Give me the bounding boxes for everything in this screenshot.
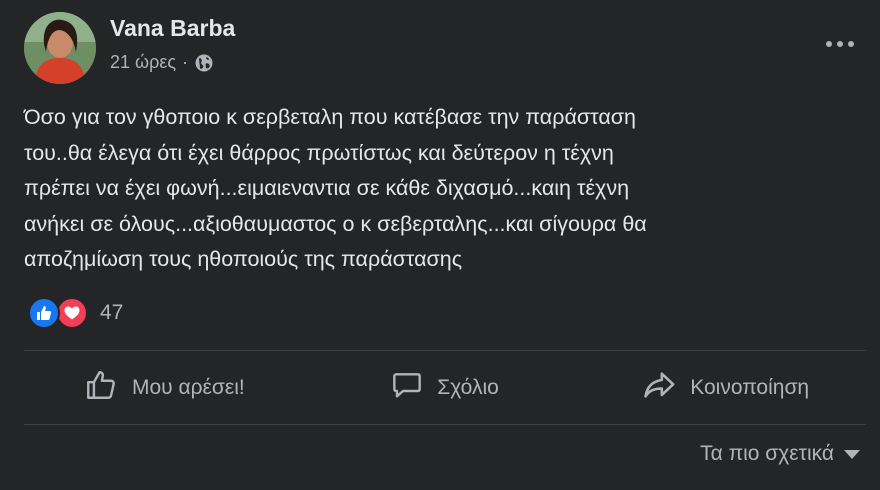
post-text: Όσο για τον γθοποιο κ σερβεταλη που κατέ… — [24, 100, 844, 278]
reactions-summary[interactable]: 47 — [28, 296, 123, 330]
love-icon — [56, 297, 88, 329]
avatar-photo — [24, 12, 96, 84]
facebook-post: Vana Barba 21 ώρες · Όσο για τον γθοποιο… — [0, 0, 880, 490]
post-meta: 21 ώρες · — [110, 52, 214, 73]
globe-icon[interactable] — [194, 53, 214, 73]
share-label: Κοινοποίηση — [690, 376, 810, 399]
post-text-line: ανήκει σε όλους...αξιοθαυμαστος ο κ σεβε… — [24, 211, 647, 236]
avatar[interactable] — [24, 12, 96, 84]
thumbs-up-icon — [84, 368, 132, 408]
caret-down-icon — [844, 449, 860, 459]
share-icon — [642, 368, 690, 408]
post-timestamp[interactable]: 21 ώρες — [110, 52, 176, 73]
comment-sort-dropdown[interactable]: Τα πιο σχετικά — [700, 442, 860, 466]
meta-separator: · — [182, 52, 189, 72]
post-text-line: του..θα έλεγα ότι έχει θάρρος πρωτίστως … — [24, 140, 614, 165]
post-text-line: Όσο για τον γθοποιο κ σερβεταλη που κατέ… — [24, 105, 637, 129]
sort-label: Τα πιο σχετικά — [700, 442, 834, 465]
post-text-line: πρέπει να έχει φωνή...ειμαιεναντια σε κά… — [24, 176, 630, 200]
reaction-count[interactable]: 47 — [100, 301, 123, 325]
share-button[interactable]: Κοινοποίηση — [585, 352, 866, 424]
post-text-line: αποζημίωση τους ηθοποιούς της παράστασης — [24, 247, 463, 271]
author-name[interactable]: Vana Barba — [110, 15, 235, 42]
post-actions: Μου αρέσει! Σχόλιο Κοινοποίηση — [24, 352, 866, 424]
like-label: Μου αρέσει! — [131, 376, 245, 399]
comment-label: Σχόλιο — [437, 376, 499, 399]
comment-button[interactable]: Σχόλιο — [305, 352, 586, 424]
more-options-button[interactable] — [820, 24, 860, 64]
like-icon — [28, 297, 60, 329]
like-button[interactable]: Μου αρέσει! — [24, 352, 305, 424]
more-horizontal-icon — [824, 35, 856, 53]
post-header: Vana Barba 21 ώρες · — [24, 12, 860, 84]
comment-icon — [391, 369, 437, 407]
divider — [24, 424, 866, 425]
divider — [24, 350, 866, 351]
